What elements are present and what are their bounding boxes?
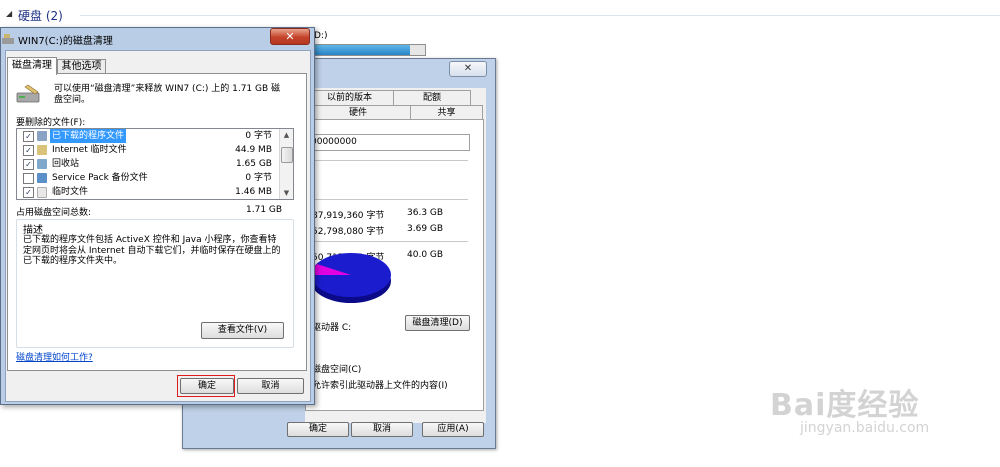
hard-disk-group-title[interactable]: 硬盘 (2): [18, 7, 63, 24]
used-space-bytes: 87,919,360 字节: [312, 211, 385, 221]
total-space-value: 1.71 GB: [246, 205, 283, 215]
scroll-thumb[interactable]: [281, 147, 293, 163]
description-caption: 描述: [23, 225, 43, 236]
how-cleanup-works-link[interactable]: 磁盘清理如何工作?: [16, 350, 93, 363]
service-pack-backup-icon: [37, 173, 47, 183]
file-name: 已下载的程序文件: [50, 129, 127, 143]
scroll-down-icon[interactable]: ▼: [280, 187, 293, 199]
temp-files-icon: [37, 187, 47, 198]
description-text: 已下载的程序文件包括 ActiveX 控件和 Java 小程序，你查看特定网页时…: [23, 235, 281, 266]
internet-temp-files-icon: [37, 145, 47, 155]
allow-index-label[interactable]: 允许索引此驱动器上文件的内容(I): [312, 378, 448, 391]
free-space-gb: 3.69 GB: [407, 224, 444, 234]
list-item[interactable]: Service Pack 备份文件 0 字节: [18, 171, 278, 185]
disk-cleanup-title-icon: [2, 34, 14, 44]
file-size: 44.9 MB: [235, 145, 272, 155]
scroll-up-icon[interactable]: ▲: [280, 129, 293, 141]
file-name: 回收站: [52, 159, 80, 169]
divider: [310, 241, 468, 242]
file-size: 1.46 MB: [235, 187, 272, 197]
file-name: Service Pack 备份文件: [52, 173, 148, 183]
tab-disk-cleanup[interactable]: 磁盘清理: [7, 57, 57, 75]
checkbox[interactable]: ✓: [23, 159, 34, 170]
view-files-button[interactable]: 查看文件(V): [201, 322, 284, 339]
tab-quota[interactable]: 配额: [393, 90, 471, 106]
file-name: Internet 临时文件: [52, 145, 127, 155]
list-scrollbar[interactable]: ▲ ▼: [279, 129, 293, 199]
drive-d-label[interactable]: D:): [314, 31, 327, 41]
watermark-url: jingyan.baidu.com: [800, 420, 930, 436]
file-size: 1.65 GB: [235, 159, 272, 169]
divider: [310, 160, 468, 161]
tab-previous-versions[interactable]: 以前的版本: [305, 90, 394, 106]
file-name: 临时文件: [52, 187, 89, 197]
intro-text: 可以使用“磁盘清理”来释放 WIN7 (C:) 上的 1.71 GB 磁盘空间。: [54, 84, 281, 105]
list-item[interactable]: ✓ Internet 临时文件 44.9 MB: [18, 143, 278, 157]
properties-cancel-button[interactable]: 取消: [351, 422, 413, 437]
list-item[interactable]: ✓ 已下载的程序文件 0 字节: [18, 129, 278, 143]
properties-apply-button[interactable]: 应用(A): [422, 422, 484, 437]
free-space-bytes: 52,798,080 字节: [312, 227, 385, 237]
total-space-label: 占用磁盘空间总数:: [16, 208, 92, 218]
drive-usage-bar: [314, 44, 426, 56]
dialog-close-button[interactable]: ✕: [270, 28, 310, 45]
disk-usage-pie-chart: [311, 253, 391, 303]
volume-label-field[interactable]: 00000000: [310, 134, 470, 151]
file-size: 0 字节: [245, 131, 272, 141]
drive-c-label: 驱动器 C:: [312, 323, 352, 333]
used-space-gb: 36.3 GB: [407, 208, 444, 218]
files-to-delete-list[interactable]: ✓ 已下载的程序文件 0 字节 ✓ Internet 临时文件 44.9 MB …: [16, 128, 294, 200]
checkbox[interactable]: [23, 173, 34, 184]
compress-drive-label[interactable]: 磁盘空间(C): [312, 362, 361, 375]
file-size: 0 字节: [245, 173, 272, 183]
dialog-title: WIN7(C:)的磁盘清理: [18, 36, 113, 47]
cancel-button[interactable]: 取消: [237, 378, 304, 394]
capacity-gb: 40.0 GB: [407, 250, 444, 260]
divider: [310, 199, 468, 200]
list-item[interactable]: ✓ 临时文件 1.46 MB: [18, 185, 278, 199]
properties-close-button[interactable]: ✕: [449, 61, 487, 77]
recycle-bin-icon: [37, 159, 47, 169]
list-item[interactable]: ✓ 回收站 1.65 GB: [18, 157, 278, 171]
group-divider: [80, 15, 1000, 16]
downloaded-programs-icon: [37, 131, 47, 141]
baidu-jingyan-watermark-logo: Bai度经验: [770, 388, 920, 423]
checkbox[interactable]: ✓: [23, 187, 34, 198]
properties-ok-button[interactable]: 确定: [287, 422, 349, 437]
checkbox[interactable]: ✓: [23, 131, 34, 142]
collapse-arrow-icon[interactable]: ◢: [6, 9, 12, 18]
ok-button-highlight: [177, 375, 235, 397]
disk-cleanup-icon: [16, 84, 40, 103]
drive-usage-fill: [315, 45, 410, 55]
disk-cleanup-button[interactable]: 磁盘清理(D): [405, 315, 470, 331]
files-to-delete-label: 要删除的文件(F):: [16, 118, 86, 128]
checkbox[interactable]: ✓: [23, 145, 34, 156]
